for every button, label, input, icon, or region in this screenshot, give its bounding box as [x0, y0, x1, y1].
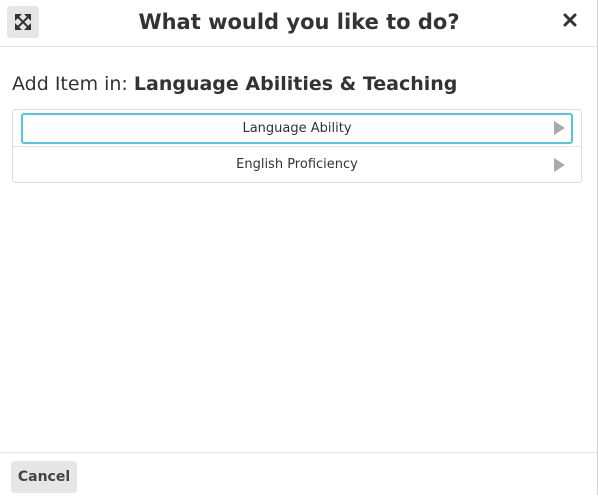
- cancel-button[interactable]: Cancel: [11, 461, 77, 493]
- item-option-english-proficiency[interactable]: English Proficiency: [13, 146, 581, 182]
- item-option-label: Language Ability: [242, 120, 352, 136]
- context-prefix: Add Item in:: [12, 73, 134, 95]
- add-item-dialog: What would you like to do? Add Item in: …: [0, 0, 598, 496]
- close-button[interactable]: [558, 8, 582, 32]
- context-target: Language Abilities & Teaching: [133, 73, 458, 95]
- dialog-footer: Cancel: [0, 452, 598, 496]
- chevron-right-icon: [554, 121, 565, 135]
- close-x-icon: [563, 13, 577, 27]
- add-item-context: Add Item in: Language Abilities & Teachi…: [12, 70, 457, 98]
- item-option-label: English Proficiency: [236, 157, 358, 172]
- dialog-header: What would you like to do?: [0, 0, 598, 47]
- item-type-list: Language Ability English Proficiency: [12, 109, 582, 183]
- chevron-right-icon: [554, 157, 565, 172]
- item-option-language-ability[interactable]: Language Ability: [13, 110, 581, 146]
- dialog-title: What would you like to do?: [138, 10, 460, 34]
